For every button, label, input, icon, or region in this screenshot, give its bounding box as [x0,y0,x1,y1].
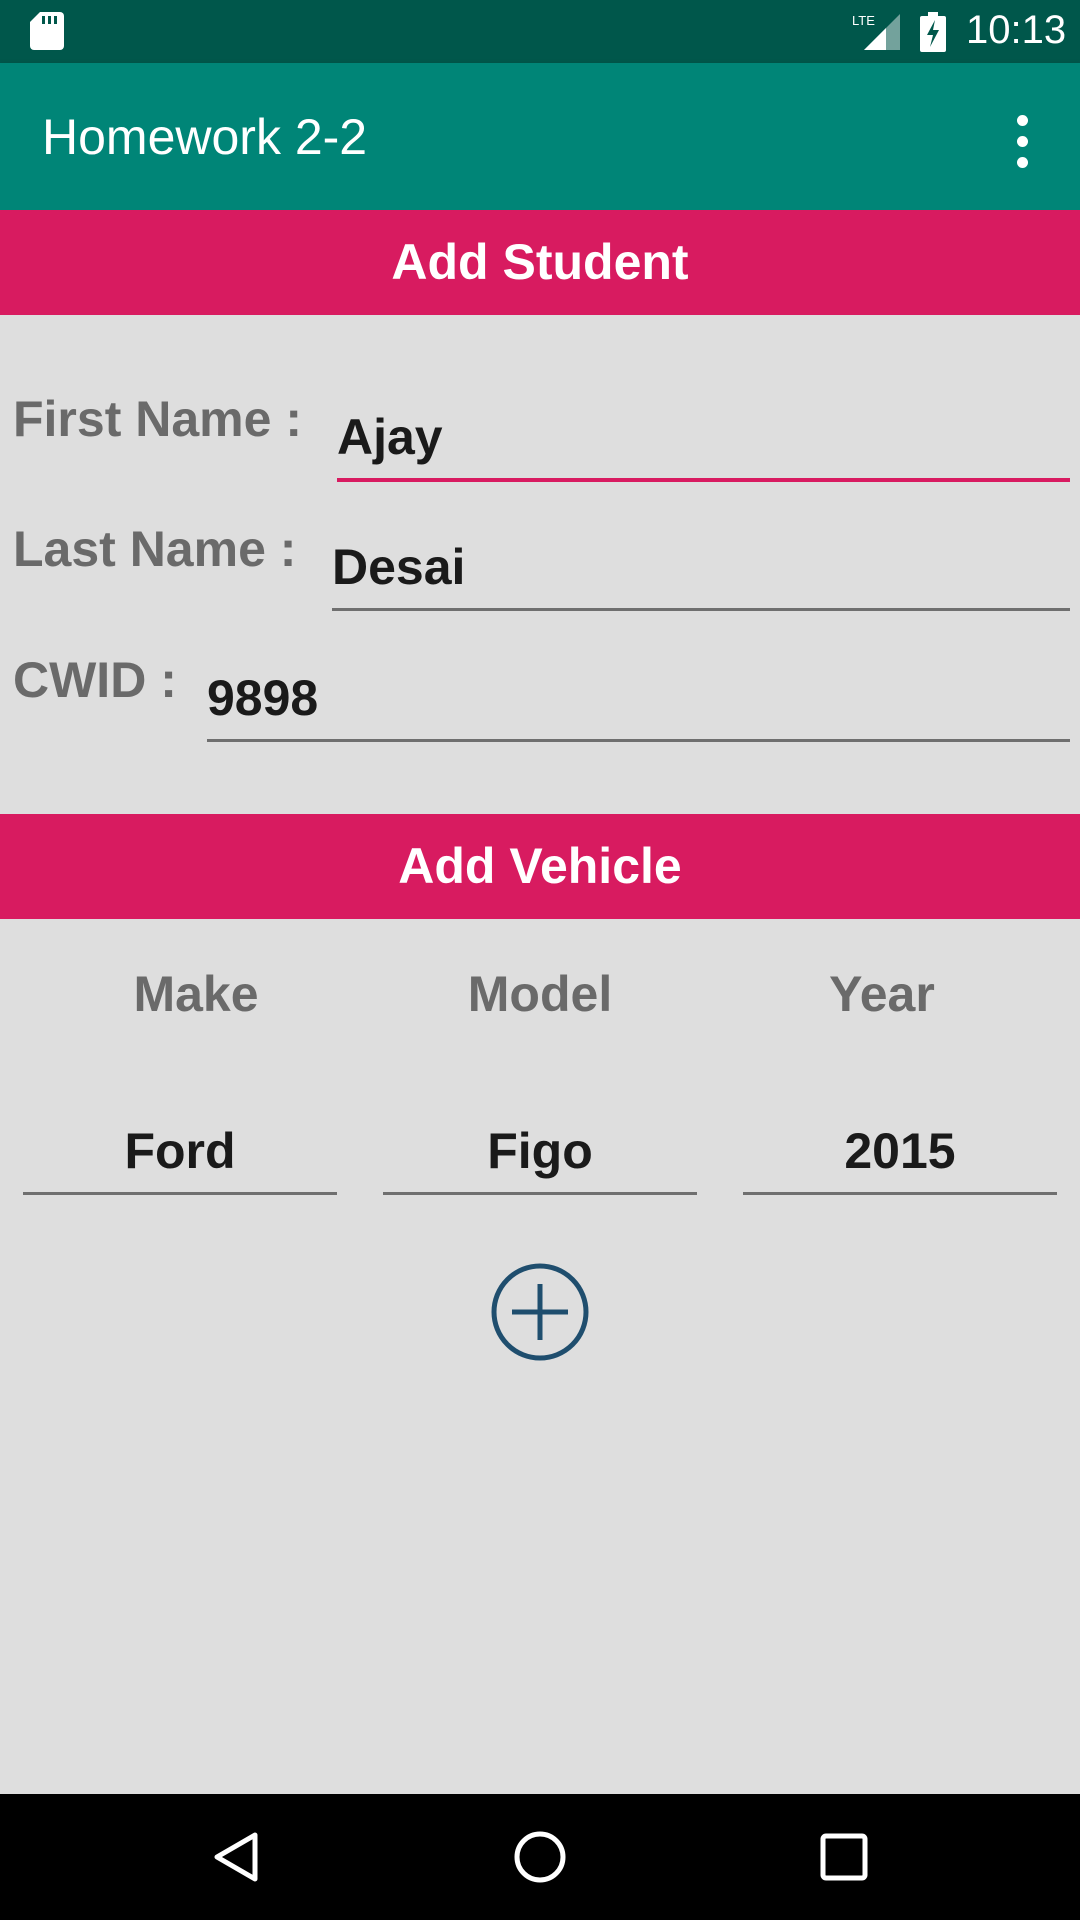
clock: 10:13 [966,8,1067,52]
last-name-field[interactable]: Desai [332,526,1070,611]
make-field[interactable]: Ford [23,1110,337,1195]
model-column-header: Model [467,966,613,1022]
app-title: Homework 2-2 [42,109,368,165]
lte-signal-icon: LTE [852,13,900,50]
home-icon[interactable] [510,1827,570,1887]
first-name-field[interactable]: Ajay [337,396,1070,482]
recents-icon[interactable] [814,1827,874,1887]
model-field[interactable]: Figo [383,1110,697,1195]
navigation-bar [0,1794,1080,1920]
battery-charging-icon [920,12,946,52]
add-student-header: Add Student [0,210,1080,315]
add-circle-icon[interactable] [490,1262,590,1362]
back-icon[interactable] [207,1827,267,1887]
app-bar: Homework 2-2 [0,63,1080,210]
year-field[interactable]: 2015 [743,1110,1057,1195]
cwid-field[interactable]: 9898 [207,657,1070,742]
status-bar: LTE 10:13 [0,0,1080,63]
make-column-header: Make [133,966,259,1022]
first-name-label: First Name : [13,391,302,447]
sd-card-icon [30,12,64,50]
svg-text:LTE: LTE [852,13,875,28]
add-vehicle-header: Add Vehicle [0,814,1080,919]
cwid-label: CWID : [13,652,177,708]
last-name-label: Last Name : [13,521,297,577]
more-vert-icon[interactable] [996,105,1048,177]
year-column-header: Year [829,966,935,1022]
